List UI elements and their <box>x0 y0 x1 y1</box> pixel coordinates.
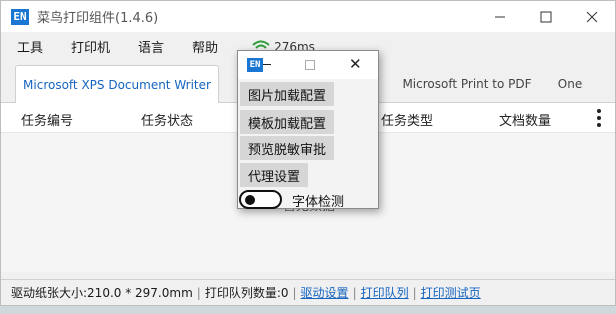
status-divider: | <box>196 285 201 300</box>
column-task-id[interactable]: 任务编号 <box>21 110 73 129</box>
font-check-toggle[interactable] <box>239 190 282 209</box>
template-load-config-button[interactable]: 模板加载配置 <box>240 110 335 134</box>
status-divider: | <box>292 285 297 300</box>
menu-language[interactable]: 语言 <box>134 35 168 58</box>
window-title: 菜鸟打印组件(1.4.6) <box>37 11 159 26</box>
image-load-config-button[interactable]: 图片加载配置 <box>240 82 335 106</box>
font-check-label: 字体检测 <box>292 195 345 210</box>
maximize-button[interactable] <box>523 1 569 32</box>
popup-logo-icon: EN <box>247 58 263 72</box>
minimize-button[interactable] <box>477 1 523 32</box>
print-queue-link[interactable]: 打印队列 <box>361 284 409 301</box>
title-bar[interactable]: EN 菜鸟打印组件(1.4.6) <box>1 1 615 32</box>
tab-print-to-pdf[interactable]: Microsoft Print to PDF <box>397 65 537 103</box>
menu-help[interactable]: 帮助 <box>188 35 222 58</box>
font-check-row: 字体检测 <box>238 189 378 210</box>
menu-printer[interactable]: 打印机 <box>67 35 114 58</box>
preview-masking-approval-button[interactable]: 预览脱敏审批 <box>240 136 335 160</box>
status-divider: | <box>352 285 357 300</box>
driver-settings-link[interactable]: 驱动设置 <box>301 284 349 301</box>
maximize-icon <box>540 11 552 22</box>
popup-maximize-icon[interactable] <box>305 60 315 70</box>
tools-popup-window: EN ✕ 图片加载配置 模板加载配置 预览脱敏审批 代理设置 字体检测 <box>237 50 379 210</box>
status-divider: | <box>412 285 417 300</box>
print-test-page-link[interactable]: 打印测试页 <box>421 284 481 301</box>
paper-size-text: 驱动纸张大小:210.0 * 297.0mm <box>11 286 193 300</box>
status-bar: 驱动纸张大小:210.0 * 297.0mm | 打印队列数量:0 | 驱动设置… <box>1 279 615 305</box>
queue-count-text: 打印队列数量:0 <box>204 286 289 300</box>
column-doc-count[interactable]: 文档数量 <box>499 110 551 129</box>
column-task-status[interactable]: 任务状态 <box>141 110 193 129</box>
minimize-icon <box>495 16 505 17</box>
app-logo-icon: EN <box>11 8 29 25</box>
menu-tools[interactable]: 工具 <box>13 35 47 58</box>
column-task-type[interactable]: 任务类型 <box>381 110 433 129</box>
proxy-settings-button[interactable]: 代理设置 <box>240 163 309 187</box>
popup-close-icon[interactable]: ✕ <box>349 55 362 73</box>
more-options-icon[interactable] <box>591 106 607 130</box>
window-controls <box>477 1 615 32</box>
close-icon <box>586 11 598 22</box>
popup-minimize-icon[interactable] <box>263 64 271 65</box>
toggle-knob <box>245 195 255 205</box>
close-button[interactable] <box>569 1 615 32</box>
tab-onenote[interactable]: One <box>553 65 587 103</box>
popup-title-bar[interactable]: EN ✕ <box>238 51 378 79</box>
tab-xps-writer[interactable]: Microsoft XPS Document Writer <box>15 65 219 103</box>
